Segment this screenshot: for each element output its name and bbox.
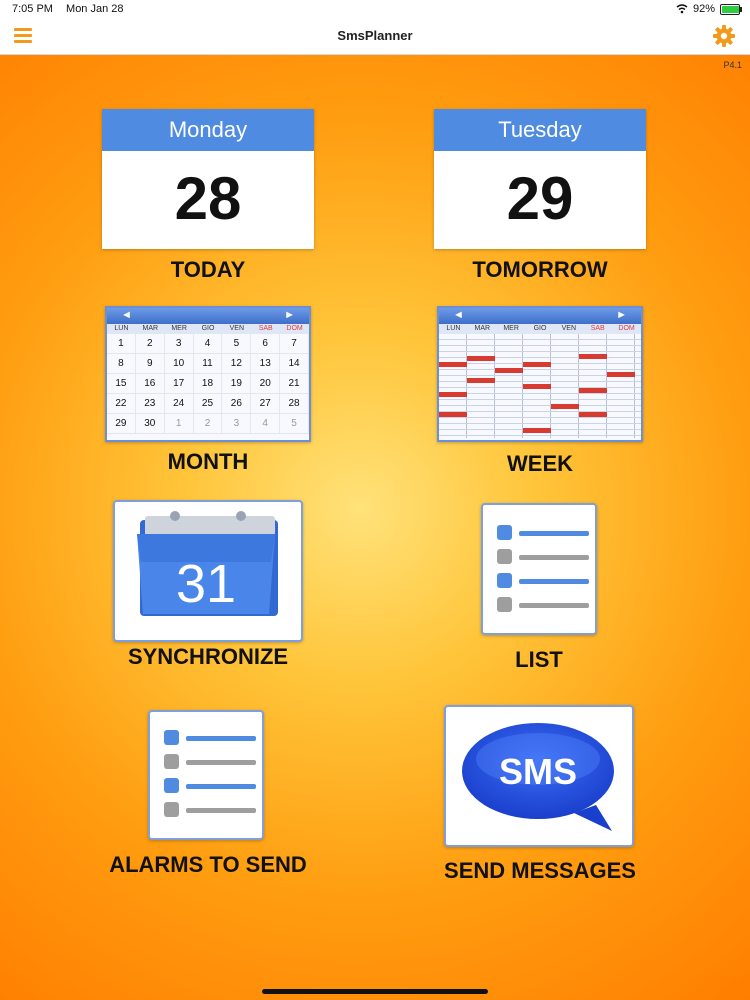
month-day-cell: 2: [135, 334, 165, 354]
today-label: TODAY: [170, 257, 246, 282]
month-day-cell: 24: [164, 394, 194, 414]
month-day-cell: 30: [135, 414, 165, 434]
month-day-cell: 17: [164, 374, 194, 394]
weekday-header: VEN: [561, 325, 577, 332]
wifi-icon: [676, 4, 688, 14]
tomorrow-day-number: 29: [506, 165, 574, 232]
month-day-cell: 4: [193, 334, 223, 354]
weekday-header: DOM: [618, 325, 635, 332]
month-calendar-icon: ◄ ► LUN MAR MER GIO VEN SAB DOM 1 2 3 4 5 6 7 8 9 10 11 12…: [105, 306, 311, 442]
google-calendar-icon: 31: [113, 500, 303, 642]
weekday-header: MAR: [474, 325, 491, 332]
weekday-header: MER: [503, 325, 519, 332]
month-day-cell: 3: [164, 334, 194, 354]
week-grid: [439, 334, 641, 438]
synchronize-label: SYNCHRONIZE: [127, 644, 289, 669]
send-messages-label: SEND MESSAGES: [444, 858, 636, 883]
battery-percent: 92%: [692, 3, 715, 15]
status-time: 7:05 PM: [12, 3, 53, 15]
app-title: SmsPlanner: [337, 28, 413, 43]
month-label: MONTH: [167, 449, 249, 474]
month-day-cell: 14: [280, 354, 309, 374]
month-day-cell: 12: [222, 354, 252, 374]
svg-text:SMS: SMS: [499, 751, 577, 792]
version-label: P4.1: [723, 60, 742, 70]
gear-icon[interactable]: [712, 24, 736, 48]
list-label: LIST: [515, 647, 563, 672]
today-weekday: Monday: [102, 109, 314, 151]
month-day-cell: 29: [107, 414, 136, 434]
month-day-cell: 5: [222, 334, 252, 354]
month-day-cell: 1: [107, 334, 136, 354]
weekday-header: LUN: [114, 325, 129, 332]
month-day-cell: 19: [222, 374, 252, 394]
list-tile[interactable]: LIST: [481, 503, 597, 673]
month-day-cell: 11: [193, 354, 223, 374]
status-date: Mon Jan 28: [66, 3, 124, 15]
main-dashboard: P4.1 Monday 28 TODAY Tuesday 29 TOMORROW…: [0, 55, 750, 1000]
alarms-list-icon: [148, 710, 264, 840]
month-day-cell: 5: [280, 414, 309, 434]
weekday-header: DOM: [286, 325, 303, 332]
month-day-cell: 27: [251, 394, 281, 414]
tomorrow-tile[interactable]: Tuesday 29 TOMORROW: [434, 109, 646, 284]
weekday-header: LUN: [446, 325, 461, 332]
month-day-cell: 13: [251, 354, 281, 374]
alarms-tile[interactable]: ALARMS TO SEND: [108, 710, 308, 880]
weekday-header: MER: [171, 325, 187, 332]
month-day-cell: 25: [193, 394, 223, 414]
month-day-cell: 2: [193, 414, 223, 434]
month-day-cell: 3: [222, 414, 252, 434]
tomorrow-label: TOMORROW: [472, 257, 608, 282]
month-day-cell: 28: [280, 394, 309, 414]
week-tile[interactable]: ◄ ► LUN MAR MER GIO VEN SAB DOM WEEK: [437, 306, 643, 478]
month-day-cell: 6: [251, 334, 281, 354]
month-day-cell: 15: [107, 374, 136, 394]
tomorrow-weekday: Tuesday: [434, 109, 646, 151]
weekday-header: SAB: [258, 325, 273, 332]
synchronize-tile[interactable]: 31 SYNCHRONIZE: [113, 500, 303, 670]
sms-bubble-icon: SMS: [444, 705, 634, 847]
month-day-cell: 21: [280, 374, 309, 394]
week-calendar-icon: ◄ ► LUN MAR MER GIO VEN SAB DOM: [437, 306, 643, 442]
today-tile[interactable]: Monday 28 TODAY: [102, 109, 314, 284]
month-day-cell: 23: [135, 394, 165, 414]
month-day-cell: 26: [222, 394, 252, 414]
today-card: Monday 28: [102, 109, 314, 249]
month-day-cell: 1: [164, 414, 194, 434]
tomorrow-card: Tuesday 29: [434, 109, 646, 249]
month-day-cell: 10: [164, 354, 194, 374]
weekday-header: SAB: [590, 325, 605, 332]
today-day-number: 28: [174, 165, 242, 232]
month-day-cell: 4: [251, 414, 281, 434]
weekday-header: GIO: [201, 325, 215, 332]
month-day-cell: 9: [135, 354, 165, 374]
list-icon: [481, 503, 597, 635]
month-day-cell: 7: [280, 334, 309, 354]
battery-icon: [720, 3, 742, 15]
home-indicator: [262, 989, 488, 994]
send-messages-tile[interactable]: SMS SEND MESSAGES: [430, 705, 650, 890]
svg-text:31: 31: [176, 554, 236, 614]
month-day-cell: 16: [135, 374, 165, 394]
weekday-header: MAR: [142, 325, 159, 332]
week-label: WEEK: [507, 451, 573, 476]
weekday-header: GIO: [533, 325, 547, 332]
month-day-cell: 22: [107, 394, 136, 414]
month-day-cell: 18: [193, 374, 223, 394]
month-tile[interactable]: ◄ ► LUN MAR MER GIO VEN SAB DOM 1 2 3 4 5 6 7 8 9 10 11 12…: [105, 306, 311, 476]
weekday-header: VEN: [229, 325, 245, 332]
month-day-cell: 20: [251, 374, 281, 394]
status-bar: 7:05 PM Mon Jan 28 92%: [0, 0, 750, 18]
nav-bar: SmsPlanner: [0, 18, 750, 55]
alarms-label: ALARMS TO SEND: [109, 852, 307, 877]
month-day-cell: 8: [107, 354, 136, 374]
